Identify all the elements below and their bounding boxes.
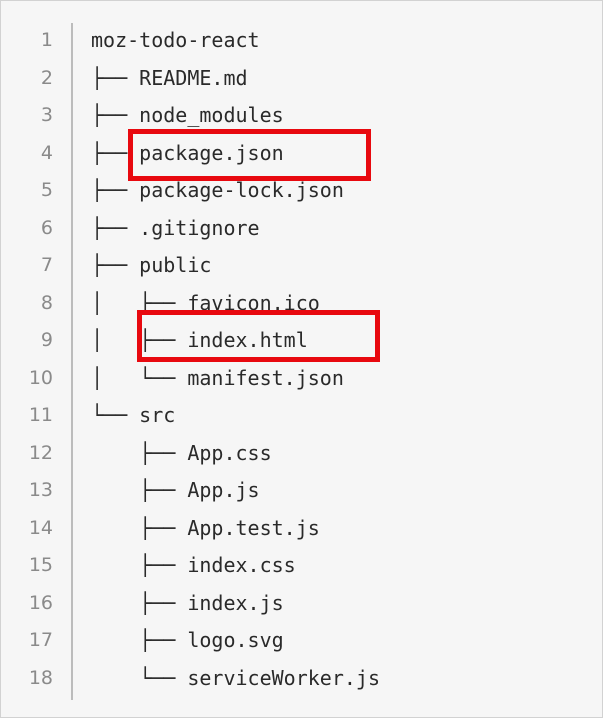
code-line: 10 │ └── manifest.json [1, 361, 601, 398]
line-number: 14 [28, 516, 53, 539]
line-number: 4 [40, 141, 53, 164]
code-line: 2 ├── README.md [1, 61, 601, 98]
line-text: ├── logo.svg [91, 628, 284, 652]
line-text: ├── App.test.js [91, 515, 320, 540]
line-text: ├── public [91, 253, 212, 277]
line-text: ├── App.css [91, 440, 272, 465]
code-line: 13 ├── App.js [1, 473, 601, 510]
code-line: 15 ├── index.css [1, 548, 601, 585]
line-number: 18 [28, 666, 53, 689]
code-line: 6 ├── .gitignore [1, 211, 601, 248]
line-text: ├── App.js [91, 478, 260, 502]
line-text: ├── index.js [91, 590, 284, 615]
code-block: 1 moz-todo-react 2 ├── README.md 3 ├── n… [0, 0, 603, 718]
line-number: 3 [40, 104, 53, 126]
line-text: ├── index.css [91, 553, 296, 577]
code-line: 16 ├── index.js [1, 586, 601, 623]
line-number: 2 [40, 66, 53, 89]
line-text: │ └── manifest.json [91, 365, 344, 390]
line-number: 1 [40, 29, 53, 51]
line-number: 12 [28, 441, 53, 464]
code-line: 1 moz-todo-react [1, 23, 601, 60]
code-line: 18 └── serviceWorker.js [1, 661, 601, 698]
line-number: 10 [28, 366, 53, 389]
code-line: 12 ├── App.css [1, 436, 601, 473]
highlight-box-index-html [137, 310, 380, 362]
line-number: 7 [40, 254, 53, 276]
line-number: 8 [40, 291, 53, 314]
highlight-box-package-json [128, 129, 371, 181]
line-number: 6 [40, 216, 53, 239]
line-text: └── src [91, 403, 176, 427]
code-line: 7 ├── public [1, 248, 601, 285]
line-number: 15 [28, 554, 53, 576]
line-text: ├── .gitignore [91, 215, 260, 240]
line-number: 11 [28, 404, 53, 426]
line-text: ├── node_modules [91, 103, 284, 127]
code-line: 14 ├── App.test.js [1, 511, 601, 548]
line-number: 9 [40, 329, 53, 351]
line-number: 16 [28, 591, 53, 614]
line-text: └── serviceWorker.js [91, 665, 380, 690]
line-number: 13 [28, 479, 53, 501]
line-number: 5 [40, 179, 53, 201]
line-text: ├── README.md [91, 65, 248, 90]
code-line: 17 ├── logo.svg [1, 623, 601, 660]
line-number: 17 [28, 629, 53, 651]
code-line: 11 └── src [1, 398, 601, 435]
line-text: moz-todo-react [91, 28, 260, 52]
